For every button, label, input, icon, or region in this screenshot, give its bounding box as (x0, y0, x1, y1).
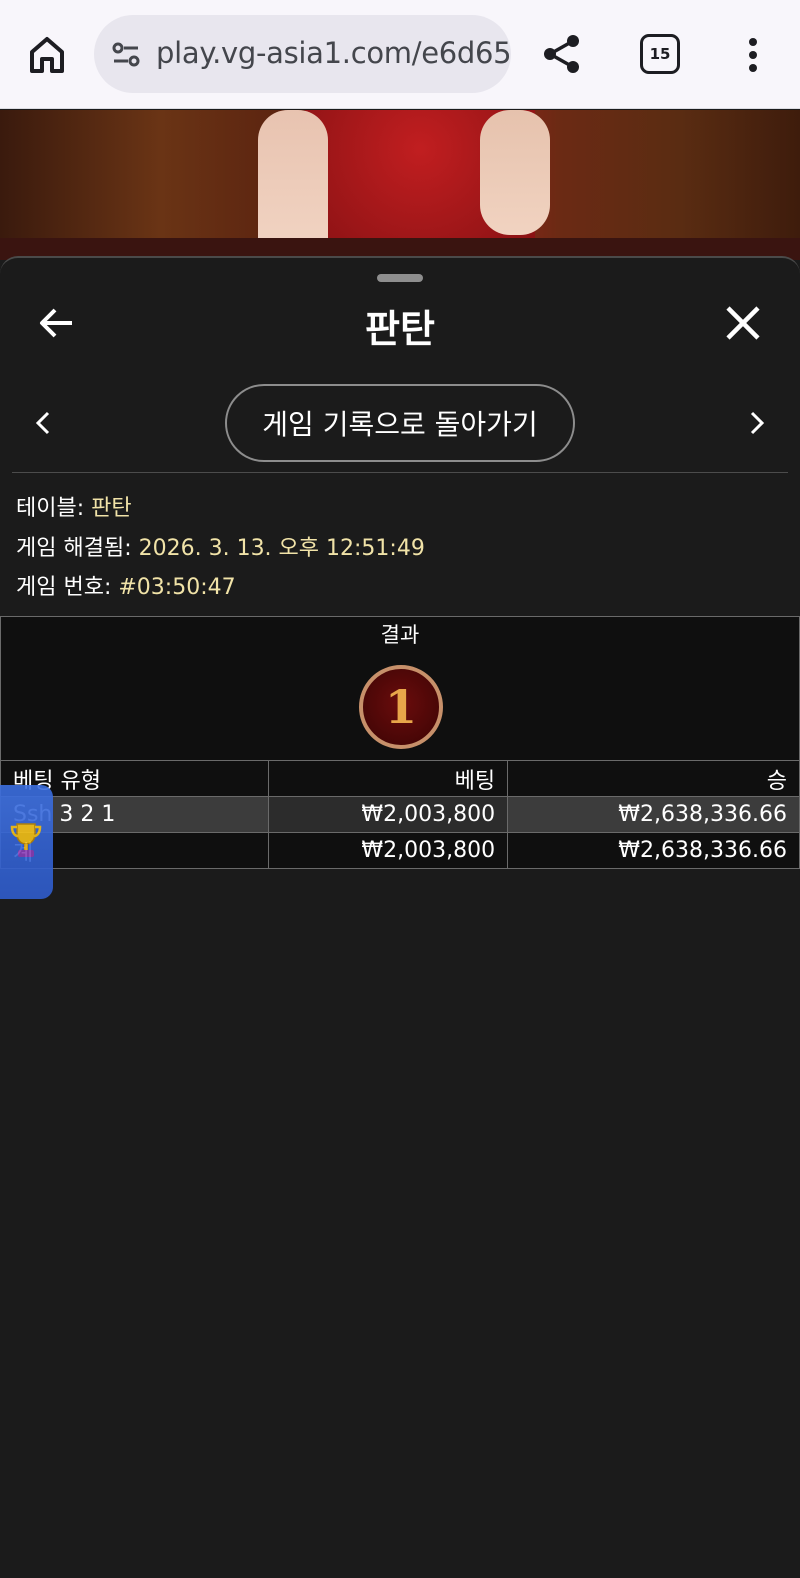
game-detail-panel: 판탄 게임 기록으로 돌아가기 테이블: 판탄 게임 해결됨: 2026. 3.… (0, 256, 800, 1578)
site-settings-icon[interactable] (110, 39, 142, 71)
drag-handle[interactable] (377, 274, 423, 282)
video-dealer-arm (480, 110, 550, 235)
address-bar[interactable]: play.vg-asia1.com/e6d65 (94, 15, 511, 93)
trophy-icon (10, 823, 42, 857)
bets-header-row: 베팅 유형 베팅 승 (0, 760, 800, 797)
total-win-cell: ₩2,638,336.66 (507, 832, 800, 869)
win-amount-cell: ₩2,638,336.66 (507, 796, 800, 833)
resolved-value: 2026. 3. 13. 오후 12:51:49 (138, 536, 425, 561)
tab-count: 15 (649, 45, 671, 63)
more-vert-icon[interactable] (740, 36, 766, 74)
close-icon[interactable] (722, 302, 764, 344)
divider (12, 472, 788, 473)
chevron-left-icon[interactable] (30, 408, 56, 438)
tabs-icon[interactable]: 15 (640, 34, 680, 74)
live-video (0, 110, 800, 260)
return-to-history-button[interactable]: 게임 기록으로 돌아가기 (225, 384, 575, 462)
total-bet-cell: ₩2,003,800 (267, 832, 509, 869)
column-win: 승 (507, 760, 800, 797)
url-text: play.vg-asia1.com/e6d65 (156, 36, 511, 70)
home-icon[interactable] (22, 30, 72, 80)
table-row: Ssh 3 2 1 ₩2,003,800 ₩2,638,336.66 (0, 796, 800, 833)
result-header: 결과 (0, 616, 800, 654)
game-number-value: #03:50:47 (118, 575, 236, 600)
table-label: 테이블: (16, 496, 92, 521)
total-row: 계 ₩2,003,800 ₩2,638,336.66 (0, 832, 800, 869)
floating-trophy-widget[interactable] (0, 785, 53, 899)
game-number-label: 게임 번호: (16, 575, 119, 600)
browser-toolbar: play.vg-asia1.com/e6d65 15 (0, 0, 800, 109)
table-value: 판탄 (91, 496, 132, 521)
bets-table: 베팅 유형 베팅 승 Ssh 3 2 1 ₩2,003,800 ₩2,638,3… (0, 760, 800, 869)
table-info: 테이블: 판탄 (16, 490, 132, 522)
result-chip: 1 (359, 665, 443, 749)
chevron-right-icon[interactable] (744, 408, 770, 438)
share-icon[interactable] (540, 32, 584, 76)
column-bet: 베팅 (267, 760, 509, 797)
panel-title: 판탄 (365, 307, 435, 351)
bet-amount-cell: ₩2,003,800 (267, 796, 509, 833)
resolved-label: 게임 해결됨: (16, 536, 139, 561)
resolved-info: 게임 해결됨: 2026. 3. 13. 오후 12:51:49 (16, 530, 425, 562)
result-body: 1 (0, 653, 800, 761)
game-number-info: 게임 번호: #03:50:47 (16, 569, 236, 601)
